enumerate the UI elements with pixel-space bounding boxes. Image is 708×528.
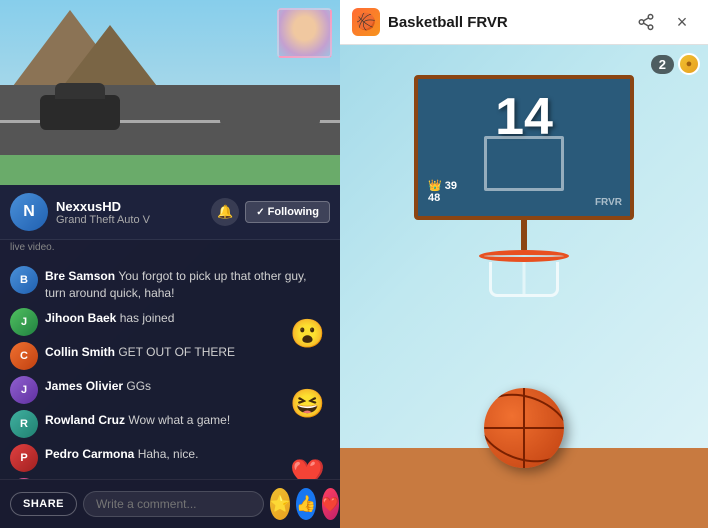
right-panel: 🏀 Basketball FRVR × 2 ● 14 👑 39	[340, 0, 708, 528]
hoop-pole	[521, 220, 527, 250]
bell-button[interactable]: 🔔	[211, 198, 239, 226]
chat-messages[interactable]: 😮 😆 ❤️ B Bre Samson You forgot to pick u…	[0, 257, 340, 479]
hoop-assembly	[479, 250, 569, 297]
msg-username-0: Bre Samson	[45, 269, 118, 283]
game-header: 🏀 Basketball FRVR ×	[340, 0, 708, 45]
avatar-0: B	[10, 266, 38, 294]
coin-icon: ●	[678, 53, 700, 75]
msg-content-6: Cindy Lee This may be one of the crazies…	[45, 478, 330, 479]
avatar-5: P	[10, 444, 38, 472]
chat-message-3: J James Olivier GGs	[0, 373, 340, 407]
basketball-curve	[484, 388, 564, 468]
left-panel: N NexxusHD Grand Theft Auto V 🔔 ✓ Follow…	[0, 0, 340, 528]
chat-message-5: P Pedro Carmona Haha, nice.	[0, 441, 340, 475]
emoji-button[interactable]: ❤️	[322, 488, 339, 520]
msg-username-5: Pedro Carmona	[45, 447, 138, 461]
webcam-person	[279, 10, 330, 56]
avatar-4: R	[10, 410, 38, 438]
game-title: Basketball FRVR	[388, 14, 624, 31]
streamer-name: NexxusHD	[56, 199, 211, 214]
comment-input[interactable]	[83, 491, 264, 517]
frvr-logo: FRVR	[595, 197, 622, 208]
backboard: 14 👑 39 48 FRVR	[414, 75, 634, 220]
avatar-1: J	[10, 308, 38, 336]
msg-username-4: Rowland Cruz	[45, 413, 128, 427]
close-icon[interactable]: ×	[668, 8, 696, 36]
coin-count: 2	[651, 55, 674, 74]
streamer-details: NexxusHD Grand Theft Auto V	[56, 199, 211, 226]
msg-text-4: Wow what a game!	[128, 413, 230, 427]
board-stats: 👑 39 48	[428, 179, 457, 204]
backboard-inner-square	[484, 136, 564, 191]
chat-input-bar: SHARE ⭐ 👍 ❤️	[0, 479, 340, 528]
hoop-rim	[479, 250, 569, 262]
game-area[interactable]: 2 ● 14 👑 39 48 FRVR	[340, 45, 708, 528]
star-button[interactable]: ⭐	[270, 488, 290, 520]
streamer-game: Grand Theft Auto V	[56, 214, 211, 226]
msg-content-3: James Olivier GGs	[45, 376, 330, 395]
chat-message-4: R Rowland Cruz Wow what a game!	[0, 407, 340, 441]
hoop-net	[489, 262, 559, 297]
chat-message-0: B Bre Samson You forgot to pick up that …	[0, 263, 340, 305]
streamer-info: N NexxusHD Grand Theft Auto V 🔔 ✓ Follow…	[0, 185, 340, 240]
webcam-overlay	[277, 8, 332, 58]
chat-message-2: C Collin Smith GET OUT OF THERE	[0, 339, 340, 373]
msg-text-3: GGs	[126, 379, 151, 393]
msg-text-2: GET OUT OF THERE	[118, 345, 235, 359]
backboard-container: 14 👑 39 48 FRVR	[414, 75, 634, 297]
score-counter: 2 ●	[651, 53, 700, 75]
msg-username-2: Collin Smith	[45, 345, 118, 359]
video-container	[0, 0, 340, 185]
game-icon: 🏀	[352, 8, 380, 36]
avatar-6: C	[10, 478, 38, 479]
following-button[interactable]: ✓ Following	[245, 201, 330, 223]
car1	[40, 95, 120, 130]
msg-username-1: Jihoon Baek	[45, 311, 120, 325]
like-button[interactable]: 👍	[296, 488, 316, 520]
msg-content-1: Jihoon Baek has joined	[45, 308, 330, 327]
avatar-3: J	[10, 376, 38, 404]
msg-text-1: has joined	[120, 311, 175, 325]
basketball[interactable]	[484, 388, 564, 468]
share-button[interactable]: SHARE	[10, 492, 77, 516]
msg-content-0: Bre Samson You forgot to pick up that ot…	[45, 266, 330, 302]
streamer-actions: 🔔 ✓ Following	[211, 198, 330, 226]
msg-content-5: Pedro Carmona Haha, nice.	[45, 444, 330, 463]
chat-message-1: J Jihoon Baek has joined	[0, 305, 340, 339]
msg-content-2: Collin Smith GET OUT OF THERE	[45, 342, 330, 361]
share-icon[interactable]	[632, 8, 660, 36]
car2	[220, 85, 320, 125]
msg-content-4: Rowland Cruz Wow what a game!	[45, 410, 330, 429]
streamer-avatar: N	[10, 193, 48, 231]
avatar-2: C	[10, 342, 38, 370]
msg-username-3: James Olivier	[45, 379, 126, 393]
live-badge: live video.	[0, 240, 340, 257]
mountain2	[60, 25, 160, 90]
chat-area: N NexxusHD Grand Theft Auto V 🔔 ✓ Follow…	[0, 185, 340, 528]
chat-message-6: C Cindy Lee This may be one of the crazi…	[0, 475, 340, 479]
msg-text-5: Haha, nice.	[138, 447, 199, 461]
